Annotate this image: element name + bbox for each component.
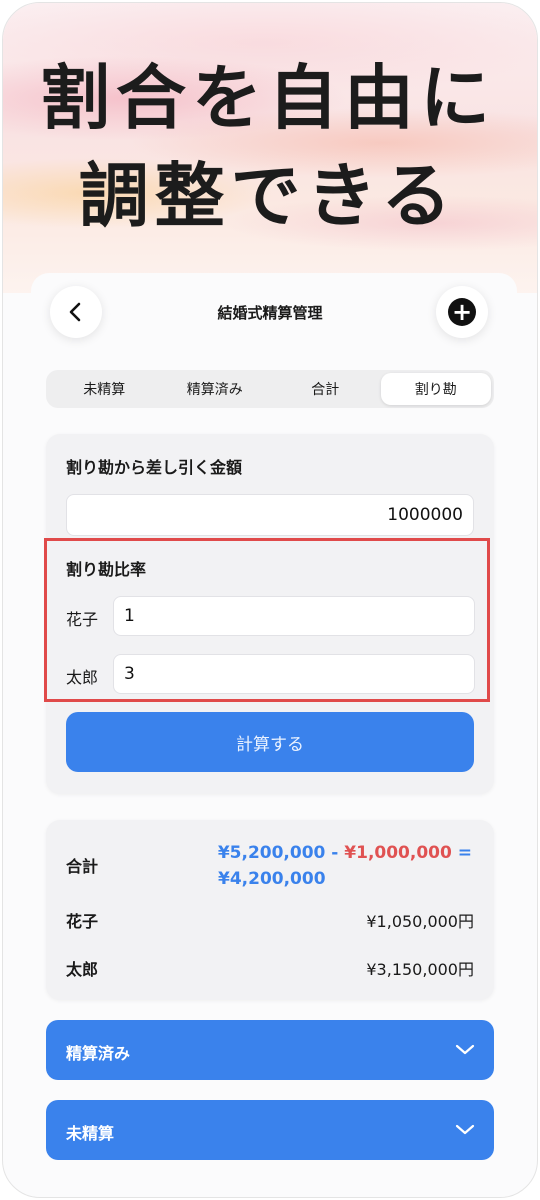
ratio-input-taro[interactable]: 3 — [113, 654, 475, 694]
total-label: 合計 — [66, 857, 99, 876]
tab-settled[interactable]: 精算済み — [160, 373, 271, 405]
settled-section-toggle[interactable]: 精算済み — [46, 1020, 494, 1080]
total-amount: ¥5,200,000 — [217, 843, 326, 863]
page-title: 結婚式精算管理 — [217, 304, 323, 322]
chevron-left-icon — [69, 302, 81, 322]
tab-bar: 未精算 精算済み 合計 割り勘 — [46, 370, 494, 408]
tab-unsettled[interactable]: 未精算 — [49, 373, 160, 405]
result-amount: ¥4,200,000 — [218, 869, 326, 889]
ratio-title: 割り勘比率 — [66, 560, 147, 579]
tab-total[interactable]: 合計 — [270, 373, 381, 405]
chevron-down-icon — [455, 1124, 475, 1135]
minus-sign: - — [331, 843, 339, 863]
deduct-amount: ¥1,000,000 — [344, 843, 452, 863]
settled-section-label: 精算済み — [66, 1044, 131, 1063]
deduct-amount-label: 割り勘から差し引く金額 — [66, 458, 243, 477]
promo-headline-line2: 調整できる — [78, 155, 458, 237]
result-name-taro: 太郎 — [66, 960, 99, 979]
result-name-hanako: 花子 — [66, 912, 99, 931]
ratio-input-hanako[interactable]: 1 — [113, 596, 475, 636]
deduct-amount-input[interactable]: 1000000 — [66, 494, 474, 536]
add-button[interactable]: + — [436, 286, 488, 338]
unsettled-section-toggle[interactable]: 未精算 — [46, 1100, 494, 1160]
tab-split[interactable]: 割り勘 — [380, 373, 491, 405]
result-amount-taro: ¥3,150,000円 — [366, 960, 474, 979]
ratio-name-taro: 太郎 — [66, 668, 99, 687]
back-button[interactable] — [50, 286, 102, 338]
ratio-name-hanako: 花子 — [66, 610, 99, 629]
total-formula: ¥5,200,000 - ¥1,000,000 = ¥4,200,000 — [210, 840, 472, 892]
plus-circle-icon: + — [448, 298, 476, 326]
chevron-down-icon — [455, 1044, 475, 1055]
equals-sign: = — [457, 843, 472, 863]
result-amount-hanako: ¥1,050,000円 — [366, 912, 474, 931]
calculate-button[interactable]: 計算する — [66, 712, 474, 772]
promo-headline-line1: 割合を自由に — [40, 57, 496, 139]
unsettled-section-label: 未精算 — [66, 1124, 115, 1143]
